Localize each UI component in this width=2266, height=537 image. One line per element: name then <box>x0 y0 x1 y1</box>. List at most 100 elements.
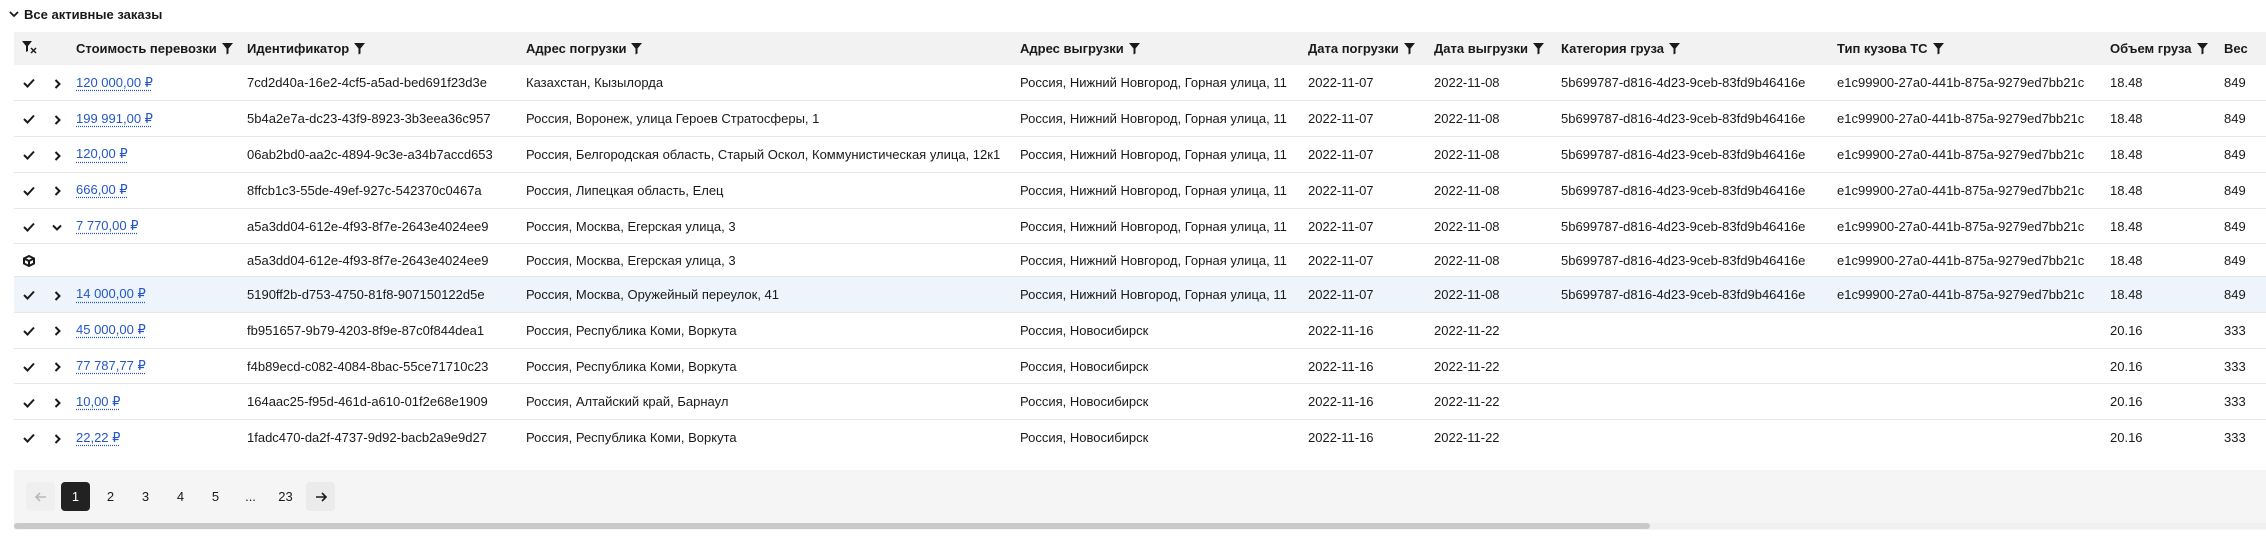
cost-link[interactable]: 14 000,00 ₽ <box>76 286 146 301</box>
table-row[interactable]: 14 000,00 ₽ 5190ff2b-d753-4750-81f8-90715… <box>14 276 2266 313</box>
row-expand-cell[interactable] <box>44 348 70 384</box>
page-button[interactable]: 5 <box>201 482 230 511</box>
cost-link[interactable]: 22,22 ₽ <box>76 430 120 445</box>
page-button[interactable]: 23 <box>271 482 300 511</box>
filter-icon[interactable] <box>2196 42 2209 55</box>
cell-load-address: Россия, Республика Коми, Воркута <box>526 322 737 338</box>
cell-unload-date: 2022-11-22 <box>1434 394 1500 410</box>
row-check-cell[interactable] <box>14 420 44 452</box>
check-icon <box>23 398 35 408</box>
row-check-cell[interactable] <box>14 277 44 313</box>
row-expand-cell[interactable] <box>44 312 70 348</box>
page-button[interactable]: 3 <box>131 482 160 511</box>
table-row[interactable]: 77 787,77 ₽ f4b89ecd-c082-4084-8bac-55ce7… <box>14 348 2266 384</box>
row-expand-cell[interactable] <box>44 137 70 173</box>
table-row[interactable]: 22,22 ₽ 1fadc470-da2f-4737-9d92-bacb2a9e9… <box>14 420 2266 452</box>
cell-body-type: e1c99900-27a0-441b-875a-9279ed7bb21c <box>1837 111 2085 127</box>
cost-link[interactable]: 666,00 ₽ <box>76 182 128 197</box>
check-icon <box>23 115 35 125</box>
cell-weight: 333 <box>2224 322 2246 338</box>
column-header[interactable]: Стоимость перевозки <box>70 32 241 65</box>
cell-body-type: e1c99900-27a0-441b-875a-9279ed7bb21c <box>1837 146 2085 162</box>
column-header[interactable]: Категория груза <box>1555 32 1831 65</box>
clear-filters-cell[interactable] <box>14 32 44 65</box>
row-expand-cell[interactable] <box>44 172 70 208</box>
column-header[interactable]: Идентификатор <box>241 32 520 65</box>
cell-volume: 20.16 <box>2110 394 2143 410</box>
page-button[interactable]: 4 <box>166 482 195 511</box>
cell-weight: 849 <box>2224 146 2246 162</box>
table-row[interactable]: 45 000,00 ₽ fb951657-9b79-4203-8f9e-87c0f… <box>14 312 2266 349</box>
cell-body-type: e1c99900-27a0-441b-875a-9279ed7bb21c <box>1837 75 2085 91</box>
column-header[interactable]: Тип кузова ТС <box>1831 32 2104 65</box>
next-page-button[interactable] <box>306 482 335 511</box>
column-header[interactable]: Адрес погрузки <box>520 32 1014 65</box>
column-header[interactable]: Адрес выгрузки <box>1014 32 1302 65</box>
row-check-cell[interactable] <box>14 172 44 208</box>
table-row[interactable]: 10,00 ₽ 164aac25-f95d-461d-a610-01f2e68e1… <box>14 384 2266 420</box>
row-expand-cell[interactable] <box>44 65 70 101</box>
column-header[interactable]: Дата погрузки <box>1302 32 1428 65</box>
table-row[interactable]: 199 991,00 ₽ 5b4a2e7a-dc23-43f9-8923-3b3e… <box>14 101 2266 137</box>
row-check-cell[interactable] <box>14 384 44 420</box>
chevron-right-icon <box>54 290 61 301</box>
cost-link[interactable]: 45 000,00 ₽ <box>76 322 146 337</box>
cost-link[interactable]: 7 770,00 ₽ <box>76 218 139 233</box>
column-header-label: Вес <box>2224 41 2248 56</box>
cell-id: 7cd2d40a-16e2-4cf5-a5ad-bed691f23d3e <box>247 75 487 91</box>
cell-load-date: 2022-11-07 <box>1308 111 1374 127</box>
column-header[interactable]: Объем груза <box>2104 32 2218 65</box>
table-row[interactable]: 666,00 ₽ 8ffcb1c3-55de-49ef-927c-542370c0… <box>14 172 2266 209</box>
cell-weight: 333 <box>2224 430 2246 446</box>
table-row[interactable]: 120,00 ₽ 06ab2bd0-aa2c-4894-9c3e-a34b7acc… <box>14 137 2266 173</box>
prev-page-button[interactable] <box>26 482 55 511</box>
table-row[interactable]: 120 000,00 ₽ 7cd2d40a-16e2-4cf5-a5ad-bed6… <box>14 65 2266 101</box>
column-header[interactable]: Дата выгрузки <box>1428 32 1555 65</box>
table-row-child[interactable]: a5a3dd04-612e-4f93-8f7e-2643e4024ee9 Росс… <box>14 244 2266 277</box>
row-check-cell[interactable] <box>14 348 44 384</box>
cell-unload-address: Россия, Нижний Новгород, Горная улица, 1… <box>1020 111 1287 127</box>
table-footer <box>14 470 2266 530</box>
cost-link[interactable]: 10,00 ₽ <box>76 394 120 409</box>
cell-load-date: 2022-11-07 <box>1308 286 1374 302</box>
cell-volume: 20.16 <box>2110 322 2143 338</box>
page-button[interactable]: 1 <box>61 482 90 511</box>
cell-unload-address: Россия, Новосибирск <box>1020 394 1149 410</box>
column-header-label: Тип кузова ТС <box>1837 41 1928 56</box>
table-body: 120 000,00 ₽ 7cd2d40a-16e2-4cf5-a5ad-bed6… <box>14 65 2266 452</box>
row-expand-cell[interactable] <box>44 101 70 137</box>
chevron-right-icon <box>54 186 61 197</box>
filter-icon[interactable] <box>1128 42 1141 55</box>
section-header[interactable]: Все активные заказы <box>8 4 162 24</box>
cell-load-address: Россия, Липецкая область, Елец <box>526 182 724 198</box>
page-button[interactable]: 2 <box>96 482 125 511</box>
filter-icon[interactable] <box>630 42 643 55</box>
cost-link[interactable]: 199 991,00 ₽ <box>76 111 153 126</box>
row-expand-cell[interactable] <box>44 384 70 420</box>
row-expand-cell[interactable] <box>44 420 70 452</box>
cost-link[interactable]: 120,00 ₽ <box>76 146 128 161</box>
cell-load-address: Россия, Москва, Егерская улица, 3 <box>526 252 736 268</box>
filter-icon[interactable] <box>1403 42 1416 55</box>
filter-icon[interactable] <box>1668 42 1681 55</box>
filter-icon[interactable] <box>1932 42 1945 55</box>
filter-icon[interactable] <box>353 42 366 55</box>
horizontal-scrollbar-thumb[interactable] <box>14 523 1650 529</box>
row-check-cell[interactable] <box>14 137 44 173</box>
filter-icon[interactable] <box>1532 42 1545 55</box>
column-header[interactable]: Вес <box>2218 32 2266 65</box>
row-expand-cell[interactable] <box>44 208 70 244</box>
cost-link[interactable]: 77 787,77 ₽ <box>76 358 146 373</box>
cell-id: a5a3dd04-612e-4f93-8f7e-2643e4024ee9 <box>247 252 489 268</box>
cell-body-type <box>1831 312 2104 348</box>
cell-weight: 849 <box>2224 182 2246 198</box>
table-row[interactable]: 7 770,00 ₽ a5a3dd04-612e-4f93-8f7e-2643e4… <box>14 208 2266 244</box>
row-check-cell[interactable] <box>14 65 44 101</box>
filter-icon[interactable] <box>221 42 234 55</box>
row-check-cell[interactable] <box>14 208 44 244</box>
row-check-cell[interactable] <box>14 312 44 348</box>
filter-clear-icon[interactable] <box>21 40 37 54</box>
row-expand-cell[interactable] <box>44 277 70 313</box>
cost-link[interactable]: 120 000,00 ₽ <box>76 75 153 90</box>
row-check-cell[interactable] <box>14 101 44 137</box>
